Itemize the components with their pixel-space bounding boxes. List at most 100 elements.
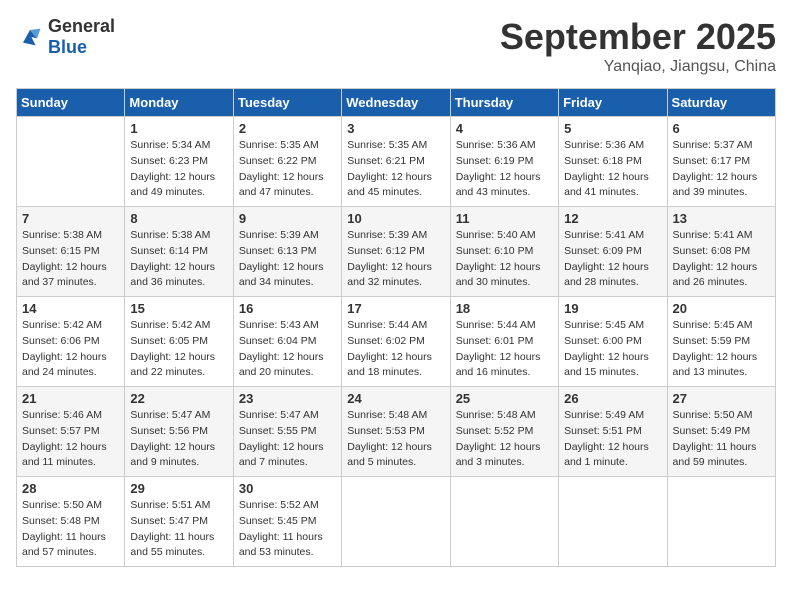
day-info: Sunrise: 5:50 AM Sunset: 5:48 PM Dayligh… (22, 498, 119, 561)
logo-icon (16, 23, 44, 51)
day-info: Sunrise: 5:43 AM Sunset: 6:04 PM Dayligh… (239, 318, 336, 381)
day-number: 10 (347, 211, 444, 226)
day-number: 25 (456, 391, 553, 406)
calendar-week-2: 7 Sunrise: 5:38 AM Sunset: 6:15 PM Daylig… (17, 207, 776, 297)
day-number: 1 (130, 121, 227, 136)
day-number: 14 (22, 301, 119, 316)
day-number: 3 (347, 121, 444, 136)
day-number: 8 (130, 211, 227, 226)
calendar-cell: 10 Sunrise: 5:39 AM Sunset: 6:12 PM Dayli… (342, 207, 450, 297)
day-number: 29 (130, 481, 227, 496)
col-header-friday: Friday (559, 89, 667, 117)
day-info: Sunrise: 5:35 AM Sunset: 6:22 PM Dayligh… (239, 138, 336, 201)
day-number: 28 (22, 481, 119, 496)
page-header: General Blue September 2025 Yanqiao, Jia… (16, 16, 776, 76)
col-header-thursday: Thursday (450, 89, 558, 117)
day-number: 30 (239, 481, 336, 496)
day-info: Sunrise: 5:45 AM Sunset: 5:59 PM Dayligh… (673, 318, 770, 381)
day-info: Sunrise: 5:42 AM Sunset: 6:05 PM Dayligh… (130, 318, 227, 381)
day-number: 7 (22, 211, 119, 226)
calendar-header-row: SundayMondayTuesdayWednesdayThursdayFrid… (17, 89, 776, 117)
col-header-saturday: Saturday (667, 89, 775, 117)
calendar-cell (450, 477, 558, 567)
calendar-cell: 19 Sunrise: 5:45 AM Sunset: 6:00 PM Dayli… (559, 297, 667, 387)
calendar-cell: 29 Sunrise: 5:51 AM Sunset: 5:47 PM Dayli… (125, 477, 233, 567)
day-info: Sunrise: 5:41 AM Sunset: 6:08 PM Dayligh… (673, 228, 770, 291)
day-info: Sunrise: 5:45 AM Sunset: 6:00 PM Dayligh… (564, 318, 661, 381)
day-info: Sunrise: 5:51 AM Sunset: 5:47 PM Dayligh… (130, 498, 227, 561)
day-info: Sunrise: 5:47 AM Sunset: 5:56 PM Dayligh… (130, 408, 227, 471)
calendar-cell: 8 Sunrise: 5:38 AM Sunset: 6:14 PM Daylig… (125, 207, 233, 297)
day-info: Sunrise: 5:38 AM Sunset: 6:14 PM Dayligh… (130, 228, 227, 291)
calendar-cell: 11 Sunrise: 5:40 AM Sunset: 6:10 PM Dayli… (450, 207, 558, 297)
day-info: Sunrise: 5:46 AM Sunset: 5:57 PM Dayligh… (22, 408, 119, 471)
day-info: Sunrise: 5:48 AM Sunset: 5:52 PM Dayligh… (456, 408, 553, 471)
day-number: 17 (347, 301, 444, 316)
logo: General Blue (16, 16, 115, 57)
col-header-monday: Monday (125, 89, 233, 117)
calendar-cell: 16 Sunrise: 5:43 AM Sunset: 6:04 PM Dayli… (233, 297, 341, 387)
day-info: Sunrise: 5:39 AM Sunset: 6:12 PM Dayligh… (347, 228, 444, 291)
day-info: Sunrise: 5:52 AM Sunset: 5:45 PM Dayligh… (239, 498, 336, 561)
day-info: Sunrise: 5:36 AM Sunset: 6:19 PM Dayligh… (456, 138, 553, 201)
calendar-cell: 24Sunrise: 5:48 AM Sunset: 5:53 PM Dayli… (342, 387, 450, 477)
calendar-body: 1 Sunrise: 5:34 AM Sunset: 6:23 PM Daylig… (17, 117, 776, 567)
calendar-cell: 7 Sunrise: 5:38 AM Sunset: 6:15 PM Daylig… (17, 207, 125, 297)
day-info: Sunrise: 5:48 AM Sunset: 5:53 PM Dayligh… (347, 408, 444, 471)
day-info: Sunrise: 5:44 AM Sunset: 6:01 PM Dayligh… (456, 318, 553, 381)
day-number: 27 (673, 391, 770, 406)
calendar-cell: 5 Sunrise: 5:36 AM Sunset: 6:18 PM Daylig… (559, 117, 667, 207)
calendar-cell: 9Sunrise: 5:39 AM Sunset: 6:13 PM Daylig… (233, 207, 341, 297)
calendar-cell: 2Sunrise: 5:35 AM Sunset: 6:22 PM Daylig… (233, 117, 341, 207)
calendar-cell: 21Sunrise: 5:46 AM Sunset: 5:57 PM Dayli… (17, 387, 125, 477)
day-info: Sunrise: 5:39 AM Sunset: 6:13 PM Dayligh… (239, 228, 336, 291)
calendar-cell: 22 Sunrise: 5:47 AM Sunset: 5:56 PM Dayli… (125, 387, 233, 477)
calendar-cell: 1 Sunrise: 5:34 AM Sunset: 6:23 PM Daylig… (125, 117, 233, 207)
calendar-week-1: 1 Sunrise: 5:34 AM Sunset: 6:23 PM Daylig… (17, 117, 776, 207)
col-header-wednesday: Wednesday (342, 89, 450, 117)
title-block: September 2025 Yanqiao, Jiangsu, China (500, 16, 776, 76)
day-number: 4 (456, 121, 553, 136)
calendar-cell (17, 117, 125, 207)
day-number: 18 (456, 301, 553, 316)
day-number: 5 (564, 121, 661, 136)
calendar-cell (559, 477, 667, 567)
day-number: 15 (130, 301, 227, 316)
day-info: Sunrise: 5:50 AM Sunset: 5:49 PM Dayligh… (673, 408, 770, 471)
calendar-cell: 6Sunrise: 5:37 AM Sunset: 6:17 PM Daylig… (667, 117, 775, 207)
calendar-cell (667, 477, 775, 567)
day-info: Sunrise: 5:35 AM Sunset: 6:21 PM Dayligh… (347, 138, 444, 201)
calendar-table: SundayMondayTuesdayWednesdayThursdayFrid… (16, 88, 776, 567)
calendar-cell: 30 Sunrise: 5:52 AM Sunset: 5:45 PM Dayli… (233, 477, 341, 567)
calendar-cell: 15 Sunrise: 5:42 AM Sunset: 6:05 PM Dayli… (125, 297, 233, 387)
day-info: Sunrise: 5:47 AM Sunset: 5:55 PM Dayligh… (239, 408, 336, 471)
calendar-cell: 12 Sunrise: 5:41 AM Sunset: 6:09 PM Dayli… (559, 207, 667, 297)
calendar-cell: 18 Sunrise: 5:44 AM Sunset: 6:01 PM Dayli… (450, 297, 558, 387)
day-info: Sunrise: 5:38 AM Sunset: 6:15 PM Dayligh… (22, 228, 119, 291)
calendar-cell: 27 Sunrise: 5:50 AM Sunset: 5:49 PM Dayli… (667, 387, 775, 477)
day-info: Sunrise: 5:49 AM Sunset: 5:51 PM Dayligh… (564, 408, 661, 471)
calendar-cell: 23 Sunrise: 5:47 AM Sunset: 5:55 PM Dayli… (233, 387, 341, 477)
day-info: Sunrise: 5:40 AM Sunset: 6:10 PM Dayligh… (456, 228, 553, 291)
day-number: 13 (673, 211, 770, 226)
day-number: 23 (239, 391, 336, 406)
calendar-week-4: 21Sunrise: 5:46 AM Sunset: 5:57 PM Dayli… (17, 387, 776, 477)
calendar-cell: 4 Sunrise: 5:36 AM Sunset: 6:19 PM Daylig… (450, 117, 558, 207)
day-number: 16 (239, 301, 336, 316)
day-info: Sunrise: 5:34 AM Sunset: 6:23 PM Dayligh… (130, 138, 227, 201)
day-info: Sunrise: 5:44 AM Sunset: 6:02 PM Dayligh… (347, 318, 444, 381)
col-header-sunday: Sunday (17, 89, 125, 117)
day-info: Sunrise: 5:36 AM Sunset: 6:18 PM Dayligh… (564, 138, 661, 201)
day-number: 19 (564, 301, 661, 316)
day-info: Sunrise: 5:42 AM Sunset: 6:06 PM Dayligh… (22, 318, 119, 381)
day-number: 11 (456, 211, 553, 226)
month-title: September 2025 (500, 16, 776, 58)
calendar-cell: 20Sunrise: 5:45 AM Sunset: 5:59 PM Dayli… (667, 297, 775, 387)
day-info: Sunrise: 5:37 AM Sunset: 6:17 PM Dayligh… (673, 138, 770, 201)
calendar-cell (342, 477, 450, 567)
day-number: 12 (564, 211, 661, 226)
calendar-cell: 3 Sunrise: 5:35 AM Sunset: 6:21 PM Daylig… (342, 117, 450, 207)
calendar-cell: 13 Sunrise: 5:41 AM Sunset: 6:08 PM Dayli… (667, 207, 775, 297)
day-number: 22 (130, 391, 227, 406)
day-info: Sunrise: 5:41 AM Sunset: 6:09 PM Dayligh… (564, 228, 661, 291)
